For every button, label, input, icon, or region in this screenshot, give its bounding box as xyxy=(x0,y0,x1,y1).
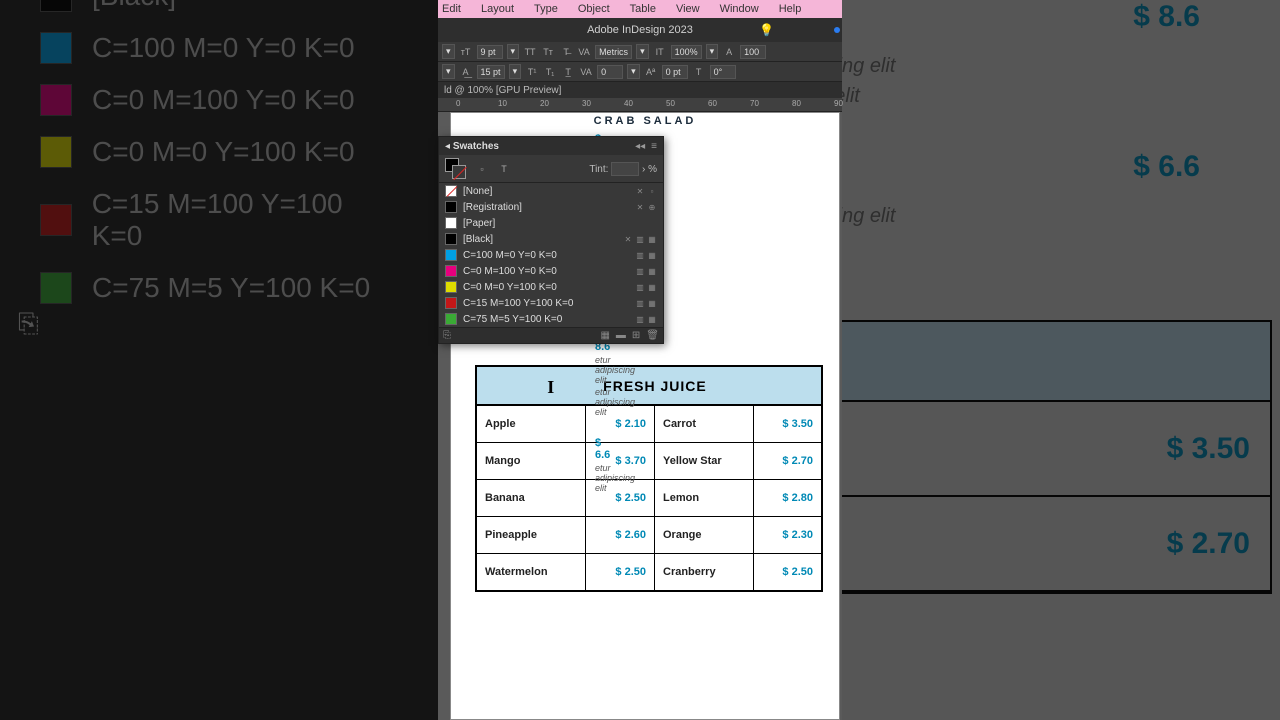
new-swatch-icon[interactable]: ⊞ xyxy=(632,330,640,341)
swatch-row[interactable]: C=15 M=100 Y=100 K=0▥▦ xyxy=(439,295,663,311)
background-zoom-left: [Black]C=100 M=0 Y=0 K=0C=0 M=100 Y=0 K=… xyxy=(0,0,438,720)
horizontal-ruler: 0102030405060708090 xyxy=(438,98,842,112)
smallcaps-icon[interactable]: Tᴛ xyxy=(541,45,555,59)
char-icon: A xyxy=(722,45,736,59)
menu-edit[interactable]: Edit xyxy=(442,3,461,15)
menu-table[interactable]: Table xyxy=(630,3,656,15)
swatch-row[interactable]: [None]✕▫ xyxy=(439,183,663,199)
cmyk-icon: ▥ xyxy=(635,234,645,244)
fill-stroke-icon[interactable] xyxy=(445,158,467,180)
reg-icon: ⊕ xyxy=(647,202,657,212)
swatch-row[interactable]: C=0 M=100 Y=0 K=0▥▦ xyxy=(439,263,663,279)
swatches-footer: ⎘ ▦ ▬ ⊞ 🗑 xyxy=(439,327,663,343)
process-icon: ▦ xyxy=(647,314,657,324)
kerning-select[interactable]: Metrics xyxy=(595,45,632,59)
menu-layout[interactable]: Layout xyxy=(481,3,514,15)
underline-icon[interactable]: T̲ xyxy=(561,65,575,79)
indesign-app-window: Edit Layout Type Object Table View Windo… xyxy=(438,0,842,720)
table-row[interactable]: Pineapple$ 2.60Orange$ 2.30 xyxy=(476,517,822,554)
leading-field[interactable]: 15 pt xyxy=(477,65,505,79)
menu-object[interactable]: Object xyxy=(578,3,610,15)
swatch-row[interactable]: [Registration]✕⊕ xyxy=(439,199,663,215)
skew-field[interactable]: 0° xyxy=(710,65,736,79)
swatches-panel[interactable]: ◂ Swatches ◂◂≡ ▫ T Tint: › % [None]✕▫[Re… xyxy=(438,136,664,344)
fontsize-icon: тT xyxy=(459,45,473,59)
leading-icon: A͟ xyxy=(459,65,473,79)
menubar: Edit Layout Type Object Table View Windo… xyxy=(438,0,842,18)
allcaps-icon[interactable]: TT xyxy=(523,45,537,59)
canvas[interactable]: CRAB SALAD $ 9.7$ 8.6etur adipiscing ell… xyxy=(438,112,842,720)
noedit-icon: ✕ xyxy=(635,186,645,196)
process-icon: ▦ xyxy=(647,250,657,260)
swatches-panel-header[interactable]: ◂ Swatches ◂◂≡ xyxy=(439,137,663,155)
style-dropdown[interactable]: ▾ xyxy=(442,64,455,79)
control-bar-row2: ▾ A͟ 15 pt▾ T¹ T₁ T̲ VA 0▾ Aª 0 pt T 0° xyxy=(438,62,842,82)
process-icon: ▦ xyxy=(647,234,657,244)
swatch-row[interactable]: C=0 M=0 Y=100 K=0▥▦ xyxy=(439,279,663,295)
menu-window[interactable]: Window xyxy=(720,3,759,15)
menu-view[interactable]: View xyxy=(676,3,700,15)
swatches-toolbar: ▫ T Tint: › % xyxy=(439,155,663,183)
swatch-row[interactable]: C=75 M=5 Y=100 K=0▥▦ xyxy=(439,311,663,327)
cmyk-icon: ▥ xyxy=(635,250,645,260)
document-tab[interactable]: ld @ 100% [GPU Preview] xyxy=(438,82,842,98)
swatch-row[interactable]: [Black]✕▥▦ xyxy=(439,231,663,247)
noedit-icon: ✕ xyxy=(635,202,645,212)
menu-help[interactable]: Help xyxy=(779,3,802,15)
kerning-icon: VA xyxy=(577,45,591,59)
trash-icon[interactable]: 🗑 xyxy=(646,330,659,341)
cmyk-icon: ▥ xyxy=(635,298,645,308)
tint-control: Tint: › % xyxy=(589,162,657,176)
subscript-icon[interactable]: T₁ xyxy=(543,65,557,79)
app-titlebar: Adobe InDesign 2023 💡 xyxy=(438,18,842,42)
tracking-icon: VA xyxy=(579,65,593,79)
control-bar-row1: ▾ тT 9 pt▾ TT Tᴛ T̶ VA Metrics▾ IT 100%▾… xyxy=(438,42,842,62)
folder-icon[interactable]: ▬ xyxy=(616,330,626,341)
cmyk-icon: ▥ xyxy=(635,282,645,292)
cmyk-icon: ▥ xyxy=(635,266,645,276)
baseline-icon: Aª xyxy=(644,65,658,79)
other-field[interactable]: 100 xyxy=(740,45,766,59)
lock-icon: ▫ xyxy=(647,186,657,196)
swatch-row[interactable]: C=100 M=0 Y=0 K=0▥▦ xyxy=(439,247,663,263)
process-icon: ▦ xyxy=(647,282,657,292)
sync-dot-icon xyxy=(834,27,840,33)
process-icon: ▦ xyxy=(647,298,657,308)
baseline-field[interactable]: 0 pt xyxy=(662,65,688,79)
hscale-field[interactable]: 100% xyxy=(671,45,702,59)
app-title: Adobe InDesign 2023 xyxy=(587,24,693,36)
strike-icon[interactable]: T̶ xyxy=(559,45,573,59)
swatches-list[interactable]: [None]✕▫[Registration]✕⊕[Paper][Black]✕▥… xyxy=(439,183,663,327)
swatch-row[interactable]: [Paper] xyxy=(439,215,663,231)
font-size-field[interactable]: 9 pt xyxy=(477,45,503,59)
menu-type[interactable]: Type xyxy=(534,3,558,15)
swap-icon[interactable]: ⎘ xyxy=(443,330,451,341)
font-dropdown[interactable]: ▾ xyxy=(442,44,455,59)
formatting-container-icon[interactable]: ▫ xyxy=(475,162,489,176)
background-zoom-right: $ 8.6 piscing elit ing elit $ 6.6 piscin… xyxy=(842,0,1280,720)
hint-icon[interactable]: 💡 xyxy=(759,23,774,37)
panel-menu-icon[interactable]: ≡ xyxy=(651,141,657,152)
table-row[interactable]: Watermelon$ 2.50Cranberry$ 2.50 xyxy=(476,554,822,592)
text-cursor-icon: I xyxy=(547,377,554,397)
tint-input[interactable] xyxy=(611,162,639,176)
collapse-icon[interactable]: ◂◂ xyxy=(635,141,645,152)
skew-icon: T xyxy=(692,65,706,79)
cmyk-icon: ▥ xyxy=(635,314,645,324)
process-icon: ▦ xyxy=(647,266,657,276)
formatting-text-icon[interactable]: T xyxy=(497,162,511,176)
scale-icon: IT xyxy=(653,45,667,59)
new-group-icon[interactable]: ▦ xyxy=(600,330,609,341)
price: $ 6.6 xyxy=(595,437,610,461)
tracking-field[interactable]: 0 xyxy=(597,65,623,79)
noedit-icon: ✕ xyxy=(623,234,633,244)
superscript-icon[interactable]: T¹ xyxy=(525,65,539,79)
